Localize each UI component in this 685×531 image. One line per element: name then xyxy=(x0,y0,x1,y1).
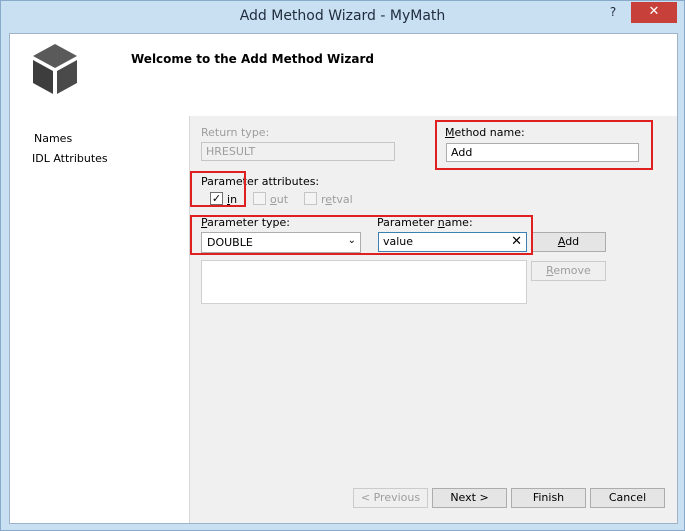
highlight-parameter-fields xyxy=(190,215,533,255)
nav-item-idl-attributes[interactable]: IDL Attributes xyxy=(32,152,108,165)
previous-button: < Previous xyxy=(353,488,428,508)
add-button[interactable]: Add xyxy=(531,232,606,252)
close-icon: ✕ xyxy=(648,4,660,19)
welcome-heading: Welcome to the Add Method Wizard xyxy=(131,52,374,66)
help-button[interactable]: ? xyxy=(603,3,623,21)
out-checkbox-label: out xyxy=(270,193,289,206)
cancel-button[interactable]: Cancel xyxy=(590,488,665,508)
remove-button: Remove xyxy=(531,261,606,281)
wizard-window: Add Method Wizard - MyMath ? ✕ Welcome t… xyxy=(0,0,685,531)
finish-button[interactable]: Finish xyxy=(511,488,586,508)
highlight-method-name xyxy=(435,120,653,170)
retval-checkbox-label: retval xyxy=(321,193,353,206)
return-type-field: HRESULT xyxy=(201,142,395,161)
return-type-label: Return type: xyxy=(201,126,270,139)
close-button[interactable]: ✕ xyxy=(631,2,677,23)
title-bar[interactable]: Add Method Wizard - MyMath ? ✕ xyxy=(1,1,684,33)
wizard-content: Return type: HRESULT Method name: Add Pa… xyxy=(189,116,677,523)
parameter-list[interactable] xyxy=(201,260,527,304)
highlight-in-checkbox xyxy=(190,171,246,207)
out-checkbox xyxy=(253,192,266,205)
nav-item-names[interactable]: Names xyxy=(34,132,72,145)
next-button[interactable]: Next > xyxy=(432,488,507,508)
retval-checkbox xyxy=(304,192,317,205)
window-title: Add Method Wizard - MyMath xyxy=(239,8,446,24)
wizard-header: Welcome to the Add Method Wizard xyxy=(10,34,677,116)
wizard-cube-icon xyxy=(30,42,80,99)
wizard-nav: Names IDL Attributes xyxy=(10,116,189,516)
wizard-client-area: Welcome to the Add Method Wizard Names I… xyxy=(9,33,678,524)
